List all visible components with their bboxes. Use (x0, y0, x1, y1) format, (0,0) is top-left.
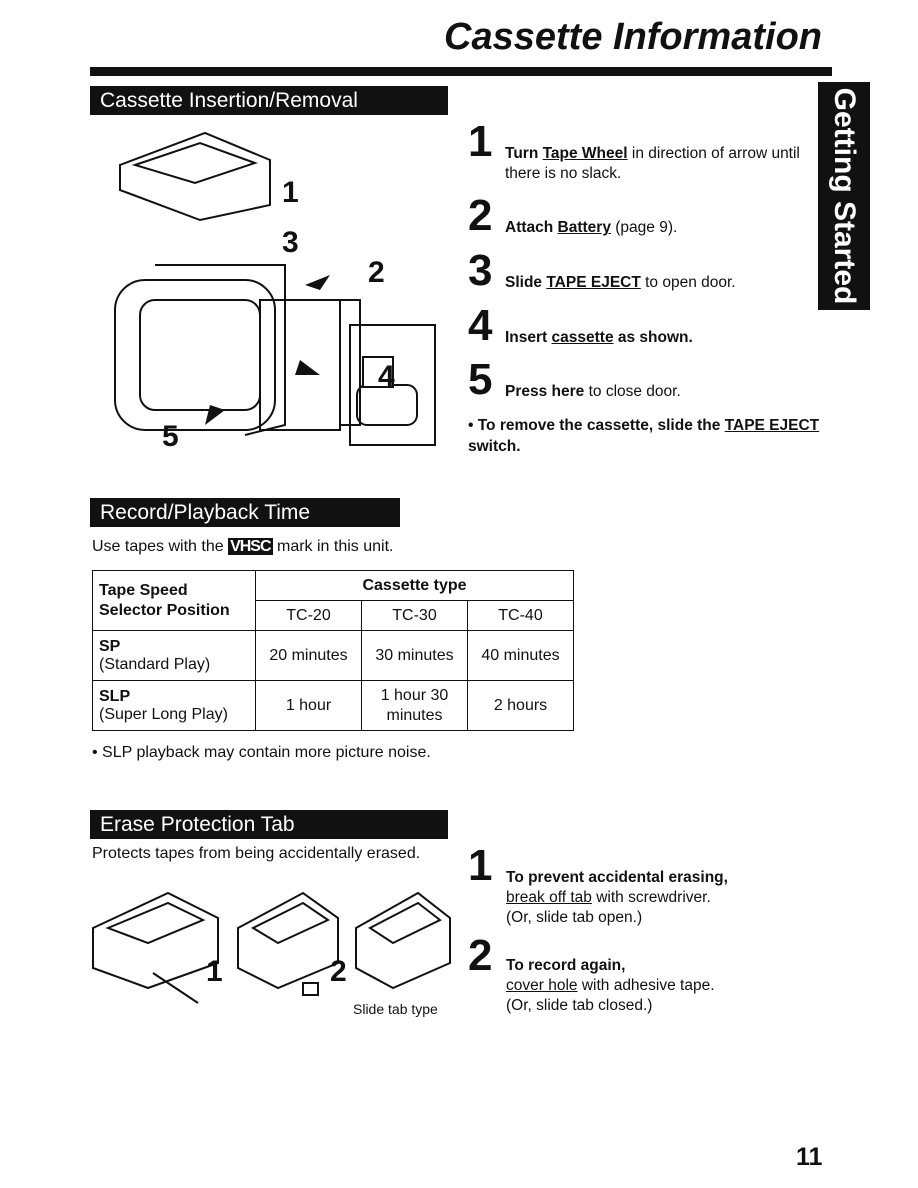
section-heading-erase: Erase Protection Tab (90, 810, 448, 839)
group-header: Cassette type (255, 570, 574, 601)
figure-label: 3 (282, 226, 299, 259)
step-number: 1 (468, 117, 493, 166)
cassette-tab-illustration (92, 891, 451, 1004)
step-text: as shown. (613, 329, 693, 346)
slp-note: • SLP playback may contain more picture … (92, 744, 431, 761)
page-title: Cassette Information (444, 16, 822, 58)
table-cell: 1 hour 30 minutes (361, 680, 468, 731)
side-tab: Getting Started (818, 82, 870, 310)
column-header: TC-40 (467, 600, 574, 631)
step-number: 4 (468, 301, 493, 350)
step-text: to close door. (584, 383, 681, 400)
step-link: cassette (551, 329, 614, 346)
vhsc-logo: VHSC (228, 538, 273, 555)
figure-label: 5 (162, 420, 179, 453)
table-row: SP (Standard Play) 20 minutes 30 minutes 40 … (92, 630, 574, 681)
table-cell: 30 minutes (361, 630, 468, 681)
step-text: Press here (505, 383, 585, 400)
erase-intro: Protects tapes from being accidentally e… (92, 845, 421, 862)
table-cell: 40 minutes (467, 630, 574, 681)
step-text: to open door. (640, 274, 736, 291)
step-text: Insert (505, 329, 552, 346)
side-tab-label: Getting Started (828, 87, 861, 305)
step-text: Attach (505, 219, 558, 236)
step-link: Battery (557, 219, 611, 236)
manual-page: Cassette Information Getting Started Cas… (0, 0, 918, 1188)
page-number: 11 (796, 1143, 823, 1171)
record-time-table: Tape Speed Selector Position Cassette typ… (92, 570, 574, 731)
step-number: 2 (468, 931, 493, 980)
row-header: Tape Speed Selector Position (92, 570, 256, 631)
figure-label: 2 (368, 256, 385, 289)
record-intro: Use tapes with the VHSC mark in this uni… (92, 538, 394, 555)
step-number: 1 (468, 841, 493, 890)
table-cell: 2 hours (467, 680, 574, 731)
column-header: TC-20 (255, 600, 362, 631)
step-number: 2 (468, 191, 493, 240)
table-row: SLP (Super Long Play) 1 hour 1 hour 30 minu… (92, 680, 574, 731)
step-text: (page 9). (610, 219, 678, 236)
removal-note: • To remove the cassette, slide the TAPE… (468, 417, 820, 455)
slide-tab-caption: Slide tab type (353, 1001, 438, 1017)
step-text: Slide (505, 274, 547, 291)
section-heading-record: Record/Playback Time (90, 498, 400, 527)
step-link: TAPE EJECT (546, 274, 641, 291)
column-header: TC-30 (361, 600, 468, 631)
table-cell: 20 minutes (255, 630, 362, 681)
figure-label: 1 (206, 955, 223, 988)
title-rule (90, 67, 832, 76)
step-number: 5 (468, 355, 493, 404)
step-text: Turn (505, 145, 543, 162)
figure-label: 2 (330, 955, 347, 988)
step-number: 3 (468, 246, 493, 295)
section-heading-insertion: Cassette Insertion/Removal (90, 86, 448, 115)
step-link: Tape Wheel (542, 145, 628, 162)
figure-label: 4 (378, 360, 395, 393)
camcorder-insertion-illustration (114, 131, 436, 446)
table-cell: 1 hour (255, 680, 362, 731)
figure-label: 1 (282, 176, 299, 209)
